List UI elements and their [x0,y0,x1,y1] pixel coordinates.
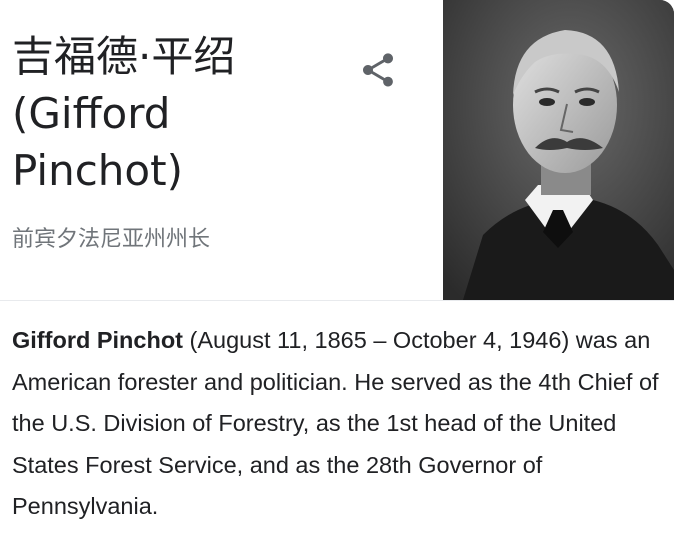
knowledge-panel-header: 吉福德·平绍 (Gifford Pinchot) 前宾夕法尼亚州州长 [0,0,674,300]
divider [0,300,674,301]
entity-description: Gifford Pinchot (August 11, 1865 – Octob… [12,320,662,528]
entity-subtitle: 前宾夕法尼亚州州长 [12,227,211,252]
entity-title: 吉福德·平绍 (Gifford Pinchot) [12,32,236,195]
entity-photo[interactable] [443,0,674,300]
entity-name-bold: Gifford Pinchot [12,327,184,353]
share-icon [363,53,393,87]
portrait-image [443,0,674,300]
description-text: (August 11, 1865 – October 4, 1946) was … [12,327,659,519]
share-button[interactable] [352,44,404,96]
